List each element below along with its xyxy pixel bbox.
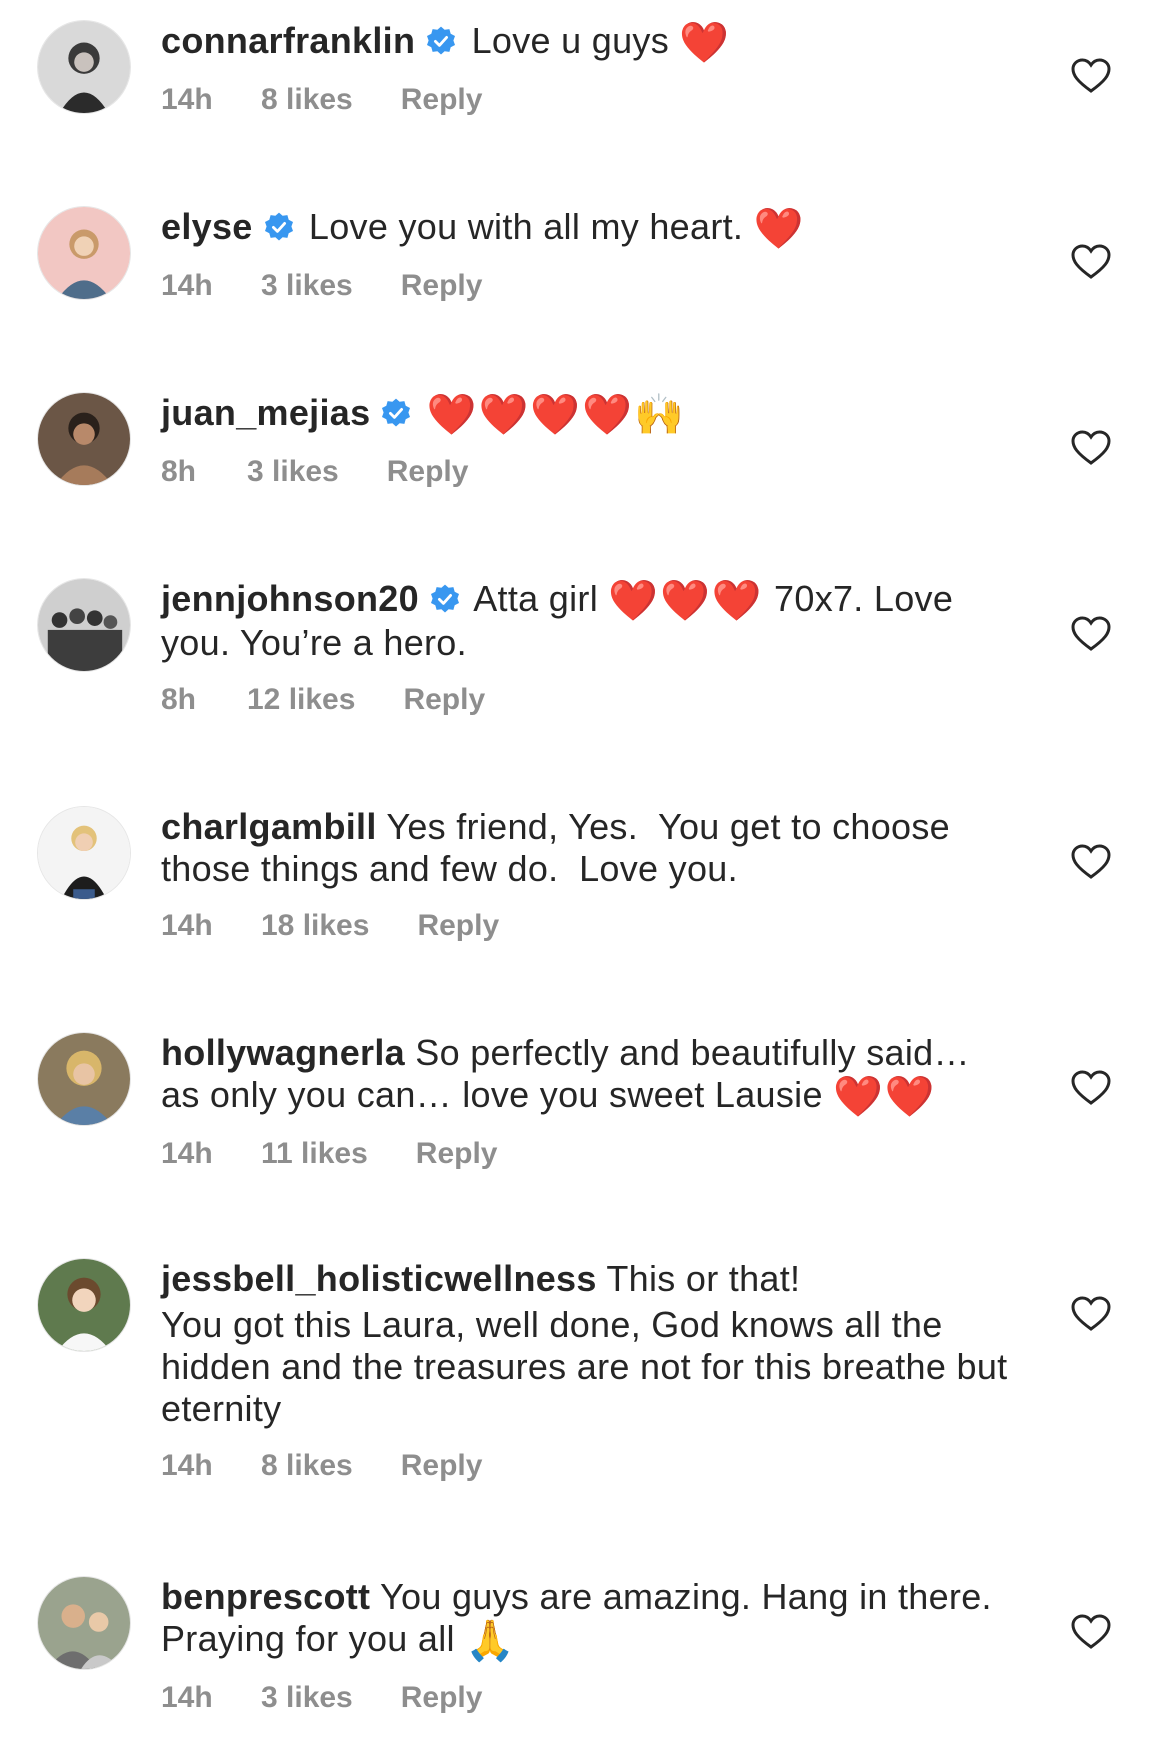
verified-badge-icon [430,584,459,613]
comment-meta: 14h 3 likes Reply [161,1680,1011,1716]
comment-text: connarfranklin Love u guys ❤️ [161,20,1011,64]
comment-likes[interactable]: 3 likes [261,1680,353,1716]
heart-outline-icon [1071,1070,1111,1105]
like-button[interactable] [1071,1296,1111,1332]
like-button[interactable] [1071,1070,1111,1106]
comment-message: Atta girl [473,578,598,619]
like-button[interactable] [1071,58,1111,94]
comment-meta: 14h 3 likes Reply [161,268,1011,304]
comment-likes[interactable]: 3 likes [247,454,339,490]
comment-username[interactable]: connarfranklin [161,20,415,61]
heart-emoji: ❤️ [753,206,806,252]
comment-likes[interactable]: 3 likes [261,268,353,304]
comment-time: 14h [161,909,213,942]
comment-username[interactable]: elyse [161,206,253,247]
comment-text: hollywagnerla So perfectly and beautiful… [161,1032,1011,1118]
reply-button[interactable]: Reply [401,82,483,118]
reply-button[interactable]: Reply [401,1680,483,1716]
comment-text: benprescott You guys are amazing. Hang i… [161,1576,1011,1662]
reply-button[interactable]: Reply [417,908,499,944]
comment-text: charlgambill Yes friend, Yes. You get to… [161,806,1011,890]
comment-body: benprescott You guys are amazing. Hang i… [161,1576,1011,1716]
heart-outline-icon [1071,1614,1111,1649]
comment-time: 14h [161,83,213,116]
heart-outline-icon [1071,430,1111,465]
comment-message: Love u guys [471,20,669,61]
like-button[interactable] [1071,430,1111,466]
comment-text-line2: You got this Laura, well done, God knows… [161,1304,1008,1429]
comment-body: hollywagnerla So perfectly and beautiful… [161,1032,1011,1172]
avatar[interactable] [37,578,131,672]
raised-hands-emoji: 🙌 [633,392,685,438]
comment-username[interactable]: jessbell_holisticwellness [161,1258,597,1299]
comment-text: jessbell_holisticwellness This or that! [161,1258,1011,1300]
comment-text: juan_mejias ❤️❤️❤️❤️🙌 [161,392,1011,436]
comment-body: elyse Love you with all my heart. ❤️ 14h… [161,206,1011,304]
comment-message: Love you with all my heart. [308,206,744,247]
verified-badge-icon [382,398,411,427]
comment-time: 8h [161,683,197,716]
comment-username[interactable]: benprescott [161,1576,370,1617]
reply-button[interactable]: Reply [401,268,483,304]
comment-username[interactable]: hollywagnerla [161,1032,405,1073]
heart-outline-icon [1071,1296,1111,1331]
folded-hands-emoji: 🙏 [465,1618,516,1664]
reply-button[interactable]: Reply [387,454,469,490]
comment-meta: 14h 18 likes Reply [161,908,1011,944]
heart-emoji: ❤️❤️ [833,1074,937,1120]
comment-body: connarfranklin Love u guys ❤️ 14h 8 likes… [161,20,1011,118]
comment-meta: 14h 8 likes Reply [161,82,1011,118]
comment-time: 8h [161,455,197,488]
comment-username[interactable]: juan_mejias [161,392,370,433]
like-button[interactable] [1071,844,1111,880]
comment-text: elyse Love you with all my heart. ❤️ [161,206,1011,250]
avatar[interactable] [37,1576,131,1670]
verified-badge-icon [264,212,293,241]
avatar[interactable] [37,20,131,114]
comment-likes[interactable]: 12 likes [247,682,355,718]
comment-body: jennjohnson20 Atta girl ❤️❤️❤️ 70x7. Lov… [161,578,1011,718]
avatar[interactable] [37,206,131,300]
comment-body: juan_mejias ❤️❤️❤️❤️🙌 8h 3 likes Reply [161,392,1011,490]
heart-outline-icon [1071,58,1111,93]
comment-time: 14h [161,1449,213,1482]
comment-body: jessbell_holisticwellness This or that! … [161,1258,1011,1484]
comment-likes[interactable]: 11 likes [261,1136,368,1172]
comment-meta: 14h 11 likes Reply [161,1136,1011,1172]
heart-emoji: ❤️❤️❤️❤️ [426,392,634,438]
reply-button[interactable]: Reply [403,682,485,718]
comment-time: 14h [161,1681,213,1714]
comment-time: 14h [161,1137,213,1170]
comment-body: charlgambill Yes friend, Yes. You get to… [161,806,1011,944]
heart-outline-icon [1071,844,1111,879]
avatar[interactable] [37,1032,131,1126]
comment-likes[interactable]: 8 likes [261,1448,353,1484]
comment-message: This or that! [606,1258,801,1299]
comment-text: jennjohnson20 Atta girl ❤️❤️❤️ 70x7. Lov… [161,578,1011,664]
reply-button[interactable]: Reply [416,1136,498,1172]
like-button[interactable] [1071,616,1111,652]
heart-emoji: ❤️❤️❤️ [608,578,764,624]
comment-likes[interactable]: 18 likes [261,908,369,944]
comment-likes[interactable]: 8 likes [261,82,353,118]
comment-time: 14h [161,269,213,302]
comment-username[interactable]: jennjohnson20 [161,578,419,619]
avatar[interactable] [37,806,131,900]
comment-meta: 8h 12 likes Reply [161,682,1011,718]
avatar[interactable] [37,392,131,486]
like-button[interactable] [1071,1614,1111,1650]
heart-emoji: ❤️ [679,20,732,66]
verified-badge-icon [427,26,456,55]
like-button[interactable] [1071,244,1111,280]
comment-meta: 8h 3 likes Reply [161,454,1011,490]
avatar[interactable] [37,1258,131,1352]
comment-meta: 14h 8 likes Reply [161,1448,1011,1484]
comment-username[interactable]: charlgambill [161,806,377,847]
heart-outline-icon [1071,616,1111,651]
heart-outline-icon [1071,244,1111,279]
reply-button[interactable]: Reply [401,1448,483,1484]
